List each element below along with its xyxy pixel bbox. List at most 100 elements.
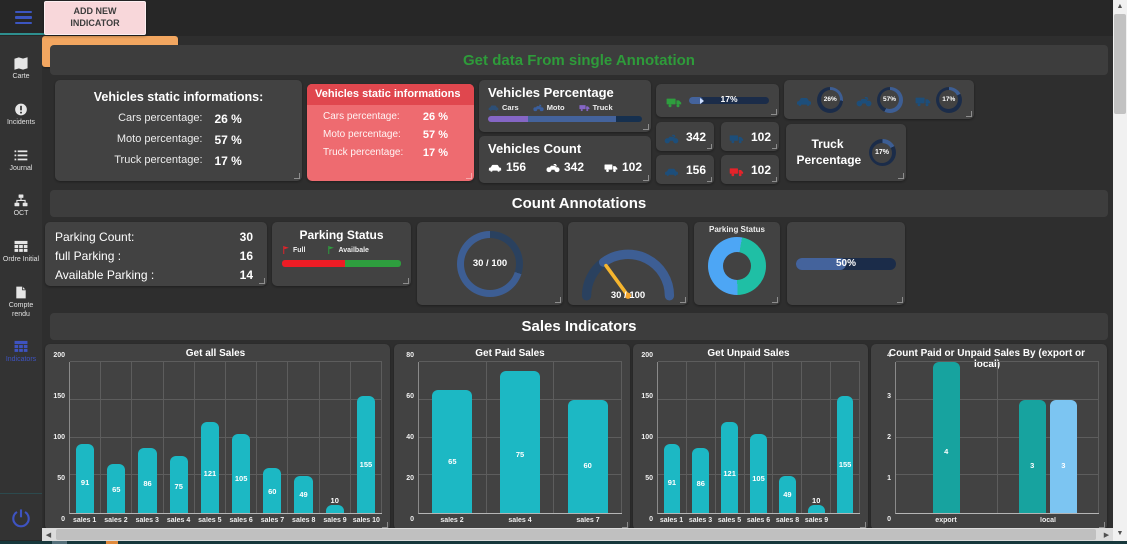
panel-title: Truck Percentage <box>797 137 859 168</box>
y-axis: 050100150200 <box>637 362 657 526</box>
power-icon[interactable] <box>11 508 31 528</box>
top-bar: ADD NEW INDICATOR <box>0 0 1127 36</box>
red-truck-count-tile: 102 <box>721 155 779 184</box>
vertical-scrollbar-thumb[interactable] <box>1114 14 1126 114</box>
moto-icon <box>856 94 872 106</box>
panel-title: Vehicles static informations: <box>67 90 290 104</box>
annotation-section-header: Get data From single Annotation <box>50 45 1108 75</box>
sidebar-item-oct[interactable]: OCT <box>0 194 42 219</box>
chart-category-slot: 105 <box>226 362 257 513</box>
plot-area: 657560 <box>418 362 622 514</box>
sales-indicators-header: Sales Indicators <box>50 313 1108 340</box>
add-new-indicator-button[interactable]: ADD NEW INDICATOR <box>44 1 146 35</box>
y-axis: 01234 <box>875 362 895 526</box>
moto-percentage-ring: 57% <box>877 87 903 113</box>
sidebar-item-compte-rendu[interactable]: Compte rendu <box>0 286 42 320</box>
chart-category-slot: 60 <box>554 362 622 513</box>
horizontal-scrollbar[interactable]: ◀ ▶ <box>42 528 1113 541</box>
sidebar-item-indicators[interactable]: Indicators <box>0 340 42 365</box>
chart-bar: 75 <box>170 456 188 513</box>
chart-category-slot: 10 <box>320 362 351 513</box>
vehicles-percentage-panel: Vehicles Percentage Cars Moto Truck <box>479 80 651 132</box>
sidebar-item-ordre-initial[interactable]: Ordre Initial <box>0 240 42 265</box>
sidebar-item-incidents[interactable]: Incidents <box>0 103 42 128</box>
chart-category-slot: 86 <box>132 362 163 513</box>
x-axis-labels: sales 1sales 3sales 5sales 6sales 8sales… <box>657 514 860 526</box>
scroll-down-arrow[interactable]: ▼ <box>1113 527 1127 540</box>
chart-category-slot: 49 <box>288 362 319 513</box>
car-count-tile: 156 <box>656 155 714 184</box>
truck-icon <box>604 162 618 173</box>
chart-bar: 3 <box>1019 400 1046 513</box>
moto-icon <box>546 162 560 173</box>
ring-gauge: 30 / 100 <box>457 231 523 297</box>
truck-icon <box>579 103 590 112</box>
chart-get-all-sales: Get all Sales 050100150200 9165867512110… <box>45 344 390 530</box>
alert-icon <box>14 103 28 116</box>
available-flag-icon <box>327 245 335 255</box>
chart-category-slot: 86 <box>687 362 716 513</box>
vehicles-static-panel: Vehicles static informations: Cars perce… <box>55 80 302 181</box>
chart-bar: 121 <box>201 422 219 513</box>
hamburger-menu-icon[interactable] <box>15 11 32 24</box>
y-axis: 020406080 <box>398 362 418 526</box>
chart-category-slot: 91 <box>658 362 687 513</box>
full-flag-icon <box>282 245 290 255</box>
chart-bar: 121 <box>721 422 738 513</box>
sidebar-item-carte[interactable]: Carte <box>0 57 42 82</box>
chart-title: Count Paid or Unpaid Sales By (export or… <box>875 348 1099 362</box>
parking-ring-gauge-panel: 30 / 100 <box>417 222 563 305</box>
vehicles-static-red-panel: Vehicles static informations Cars percen… <box>307 84 474 181</box>
horizontal-scrollbar-thumb[interactable] <box>56 529 1096 540</box>
chart-bar: 86 <box>138 448 156 513</box>
list-icon <box>14 149 28 162</box>
truck-percentage-ring: 17% <box>869 139 896 166</box>
chart-get-unpaid-sales: Get Unpaid Sales 050100150200 9186121105… <box>633 344 868 530</box>
truck-percentage-panel: Truck Percentage 17% <box>786 124 906 181</box>
legend: Full Availbale <box>282 245 401 255</box>
car-icon <box>796 94 812 106</box>
truck-percentage-ring: 17% <box>936 87 962 113</box>
org-chart-icon <box>14 194 28 207</box>
scroll-up-arrow[interactable]: ▲ <box>1113 0 1127 13</box>
plot-area: 91861211054910155 <box>657 362 860 514</box>
truck-percentage-bar-tile: 17% <box>656 84 779 117</box>
scroll-right-arrow[interactable]: ▶ <box>1100 528 1113 541</box>
parking-status-donut <box>708 237 766 295</box>
progress-track: 17% <box>689 97 769 104</box>
parking-status-bar <box>282 260 401 267</box>
chart-bar: 91 <box>76 444 94 513</box>
truck-icon <box>729 131 744 142</box>
chart-category-slot: 155 <box>831 362 860 513</box>
chart-category-slot: 60 <box>257 362 288 513</box>
panel-title: Vehicles static informations <box>307 84 474 105</box>
moto-icon <box>664 131 679 142</box>
car-percentage-ring: 26% <box>817 87 843 113</box>
dashboard-content: Get data From single Annotation Vehicles… <box>42 36 1113 528</box>
chart-category-slot: 10 <box>802 362 831 513</box>
chart-bar: 155 <box>357 396 375 513</box>
chart-bar: 49 <box>779 476 796 513</box>
parking-progress-panel: 50% <box>787 222 905 305</box>
chart-bar: 65 <box>107 464 125 513</box>
truck-count-tile: 102 <box>721 122 779 151</box>
x-axis-labels: exportlocal <box>895 514 1099 526</box>
chart-bar: 4 <box>933 362 960 513</box>
chart-title: Get Paid Sales <box>398 348 622 362</box>
chart-bar: 155 <box>837 396 854 513</box>
chart-category-slot: 75 <box>487 362 555 513</box>
parking-needle-gauge-panel: 30 / 100 <box>568 222 688 305</box>
truck-icon <box>729 164 744 175</box>
car-icon <box>488 103 499 112</box>
scroll-left-arrow[interactable]: ◀ <box>42 528 55 541</box>
vertical-scrollbar[interactable]: ▲ ▼ <box>1113 0 1127 544</box>
document-icon <box>14 286 28 299</box>
chart-category-slot: 75 <box>164 362 195 513</box>
parking-status-panel: Parking Status Full Availbale <box>272 222 411 286</box>
chart-bar: 91 <box>664 444 681 513</box>
chart-bar: 10 <box>326 505 344 513</box>
sidebar-item-journal[interactable]: Journal <box>0 149 42 174</box>
chart-bar: 65 <box>432 390 472 513</box>
vehicles-count-panel: Vehicles Count 156 342 102 <box>479 136 651 183</box>
truck-icon <box>915 94 931 106</box>
